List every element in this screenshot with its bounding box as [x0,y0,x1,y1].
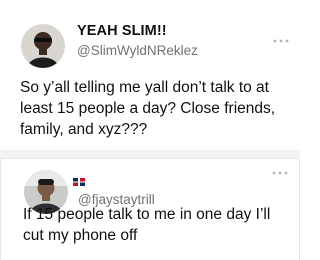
tweet-text: So y’all telling me yall don’t talk to a… [20,79,276,138]
more-dots-icon[interactable] [272,38,290,44]
tweet-text: If 15 people talk to me in one day I’ll … [23,206,271,244]
tweet-card-original[interactable]: YEAH SLIM!! @SlimWyldNReklez So y’all te… [0,0,300,150]
avatar-image [21,24,65,68]
tweet-card-reply[interactable]: @fjaystaytrill If 15 people talk to me i… [0,158,300,260]
dominican-flag-icon [73,178,85,186]
divider [0,150,300,158]
avatar[interactable] [21,24,65,68]
display-name[interactable]: YEAH SLIM!! [77,23,167,39]
more-dots-icon[interactable] [271,170,289,176]
user-handle[interactable]: @SlimWyldNReklez [77,43,198,58]
